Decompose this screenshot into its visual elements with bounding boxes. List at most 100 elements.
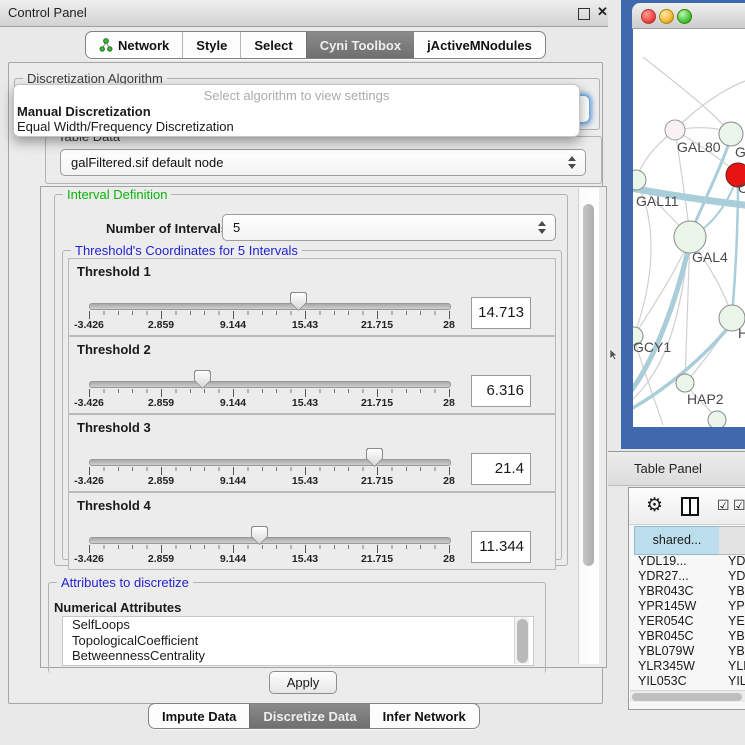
threshold-2-value-field[interactable]: 6.316: [471, 375, 531, 407]
table-data-value: galFiltered.sif default node: [71, 155, 223, 170]
tab-discretize-data[interactable]: Discretize Data: [249, 704, 369, 728]
list-item[interactable]: TopologicalCoefficient: [63, 633, 533, 649]
split-columns-icon[interactable]: [681, 497, 699, 516]
attributes-list-scrollbar[interactable]: [514, 617, 529, 664]
network-icon: [99, 38, 113, 52]
table-row[interactable]: YIL053CYIL0: [634, 674, 745, 689]
tab-cyni-toolbox[interactable]: Cyni Toolbox: [306, 32, 414, 58]
slider-tick-labels: -3.426 2.859 9.144 15.43 21.715 28: [89, 397, 449, 410]
num-intervals-value: 5: [233, 220, 240, 235]
slider-tick-labels: -3.426 2.859 9.144 15.43 21.715 28: [89, 319, 449, 332]
minimize-traffic-light-icon[interactable]: [659, 9, 674, 24]
node-label-gal4: GAL4: [692, 249, 728, 265]
gear-icon[interactable]: ⚙: [646, 494, 663, 517]
tab-network[interactable]: Network: [86, 32, 182, 58]
zoom-traffic-light-icon[interactable]: [677, 9, 692, 24]
table-toolbar: ⚙ ☑ ☑: [629, 488, 745, 525]
algorithm-dropdown: Select algorithm to view settings Manual…: [13, 84, 580, 137]
table-row[interactable]: YDL19...YDL1: [634, 554, 745, 569]
node-clipped-bottom[interactable]: [708, 411, 726, 427]
screen: Control Panel ✕ Network Style Select Cyn…: [0, 0, 745, 745]
table-row[interactable]: YLR345WYLR3: [634, 659, 745, 674]
table-panel-title: Table Panel: [634, 461, 702, 476]
algorithm-dropdown-hint: Select algorithm to view settings: [14, 88, 579, 103]
slider-ticks: [89, 311, 449, 319]
table-row[interactable]: YBR045CYBR0: [634, 629, 745, 644]
threshold-2-box: Threshold 2 -3.426 2.859 9.144 15.43 21.…: [68, 336, 556, 414]
table-data-combobox[interactable]: galFiltered.sif default node: [60, 149, 586, 176]
threshold-1-box: Threshold 1 -3.426 2.859 9.144 15.43 21.…: [68, 258, 556, 336]
node-label-clipped-mid: C: [738, 180, 745, 196]
table-row[interactable]: YBR043CYBR0: [634, 584, 745, 599]
combo-stepper-icon: [567, 155, 576, 170]
interval-definition-title: Interval Definition: [63, 187, 171, 202]
apply-button[interactable]: Apply: [269, 671, 337, 694]
table-body: YDL19...YDL1 YDR27...YDR2 YBR043CYBR0 YP…: [634, 554, 745, 689]
list-item[interactable]: SelfLoops: [63, 617, 533, 633]
slider-ticks: [89, 389, 449, 397]
node-label-hap2: HAP2: [687, 391, 724, 407]
control-panel-tabs: Network Style Select Cyni Toolbox jActiv…: [85, 31, 546, 59]
bottom-tabs: Impute Data Discretize Data Infer Networ…: [148, 703, 480, 729]
control-panel-title: Control Panel: [8, 5, 87, 20]
threshold-3-box: Threshold 3 -3.426 2.859 9.144 15.43 21.…: [68, 414, 556, 492]
threshold-3-value-field[interactable]: 21.4: [471, 453, 531, 485]
slider-tick-labels: -3.426 2.859 9.144 15.43 21.715 28: [89, 475, 449, 488]
tab-select[interactable]: Select: [240, 32, 305, 58]
dropdown-option-manual[interactable]: Manual Discretization: [17, 104, 151, 119]
settings-scrollbar[interactable]: [578, 188, 599, 664]
column-header-shared-name[interactable]: shared...: [634, 526, 720, 555]
threshold-4-slider-track[interactable]: [89, 537, 451, 544]
numerical-attributes-label: Numerical Attributes: [54, 600, 181, 615]
node-hap2[interactable]: [676, 374, 694, 392]
checkbox-icon[interactable]: ☑: [717, 497, 730, 514]
scrollbar-thumb[interactable]: [517, 619, 528, 663]
tab-network-label: Network: [118, 38, 169, 53]
scrollbar-thumb[interactable]: [632, 693, 742, 701]
node-gal80[interactable]: [665, 120, 685, 140]
slider-ticks: [89, 467, 449, 475]
tab-style[interactable]: Style: [182, 32, 240, 58]
tab-jactivemnodules[interactable]: jActiveMNodules: [414, 32, 545, 58]
node-label-gal80: GAL80: [677, 139, 721, 155]
slider-tick-labels: -3.426 2.859 9.144 15.43 21.715 28: [89, 553, 449, 566]
threshold-1-slider-track[interactable]: [89, 303, 451, 310]
threshold-4-box: Threshold 4 -3.426 2.859 9.144 15.43 21.…: [68, 492, 556, 570]
list-item[interactable]: BetweennessCentrality: [63, 648, 533, 664]
mouse-cursor: [609, 349, 618, 361]
float-window-icon[interactable]: [578, 8, 590, 20]
tab-infer-network[interactable]: Infer Network: [370, 704, 479, 728]
network-window-titlebar[interactable]: [632, 3, 745, 29]
attributes-group-title: Attributes to discretize: [57, 575, 193, 590]
close-traffic-light-icon[interactable]: [641, 9, 656, 24]
table-row[interactable]: YER054CYER0: [634, 614, 745, 629]
combo-stepper-icon: [537, 220, 546, 235]
table-panel-window: ⚙ ☑ ☑ shared... name YDL19...YDL1 YDR27.…: [628, 487, 745, 710]
num-intervals-combobox[interactable]: 5: [222, 214, 556, 241]
threshold-3-slider-track[interactable]: [89, 459, 451, 466]
node-label-gal11: GAL11: [636, 193, 679, 209]
threshold-4-value-field[interactable]: 11.344: [471, 531, 531, 563]
table-panel-header: Table Panel: [608, 451, 745, 486]
table-row[interactable]: YBL079WYBL0: [634, 644, 745, 659]
table-row[interactable]: YDR27...YDR2: [634, 569, 745, 584]
tab-impute-data[interactable]: Impute Data: [149, 704, 249, 728]
column-header-name[interactable]: name: [719, 526, 745, 555]
table-horizontal-scrollbar[interactable]: [630, 690, 745, 702]
threshold-2-slider-track[interactable]: [89, 381, 451, 388]
numerical-attributes-list[interactable]: SelfLoops TopologicalCoefficient Between…: [62, 616, 534, 666]
close-icon[interactable]: ✕: [597, 4, 608, 20]
threshold-1-value-field[interactable]: 14.713: [471, 297, 531, 329]
table-row[interactable]: YPR145WYPR1: [634, 599, 745, 614]
checkbox-icon[interactable]: ☑: [733, 497, 745, 514]
thresholds-group-title: Threshold's Coordinates for 5 Intervals: [71, 243, 302, 258]
network-canvas[interactable]: GAL80 GA C GAL11 GAL4 GCY1 H HAP2: [633, 29, 745, 427]
slider-ticks: [89, 545, 449, 553]
node-clipped-top[interactable]: [719, 122, 743, 146]
network-graph: GAL80 GA C GAL11 GAL4 GCY1 H HAP2: [633, 29, 745, 427]
node-label-clipped-right: H: [738, 325, 745, 341]
dropdown-option-equal-width[interactable]: Equal Width/Frequency Discretization: [17, 119, 234, 134]
node-label-clipped-top: GA: [735, 144, 745, 160]
node-label-gcy1: GCY1: [633, 339, 671, 355]
scrollbar-thumb[interactable]: [583, 204, 594, 566]
